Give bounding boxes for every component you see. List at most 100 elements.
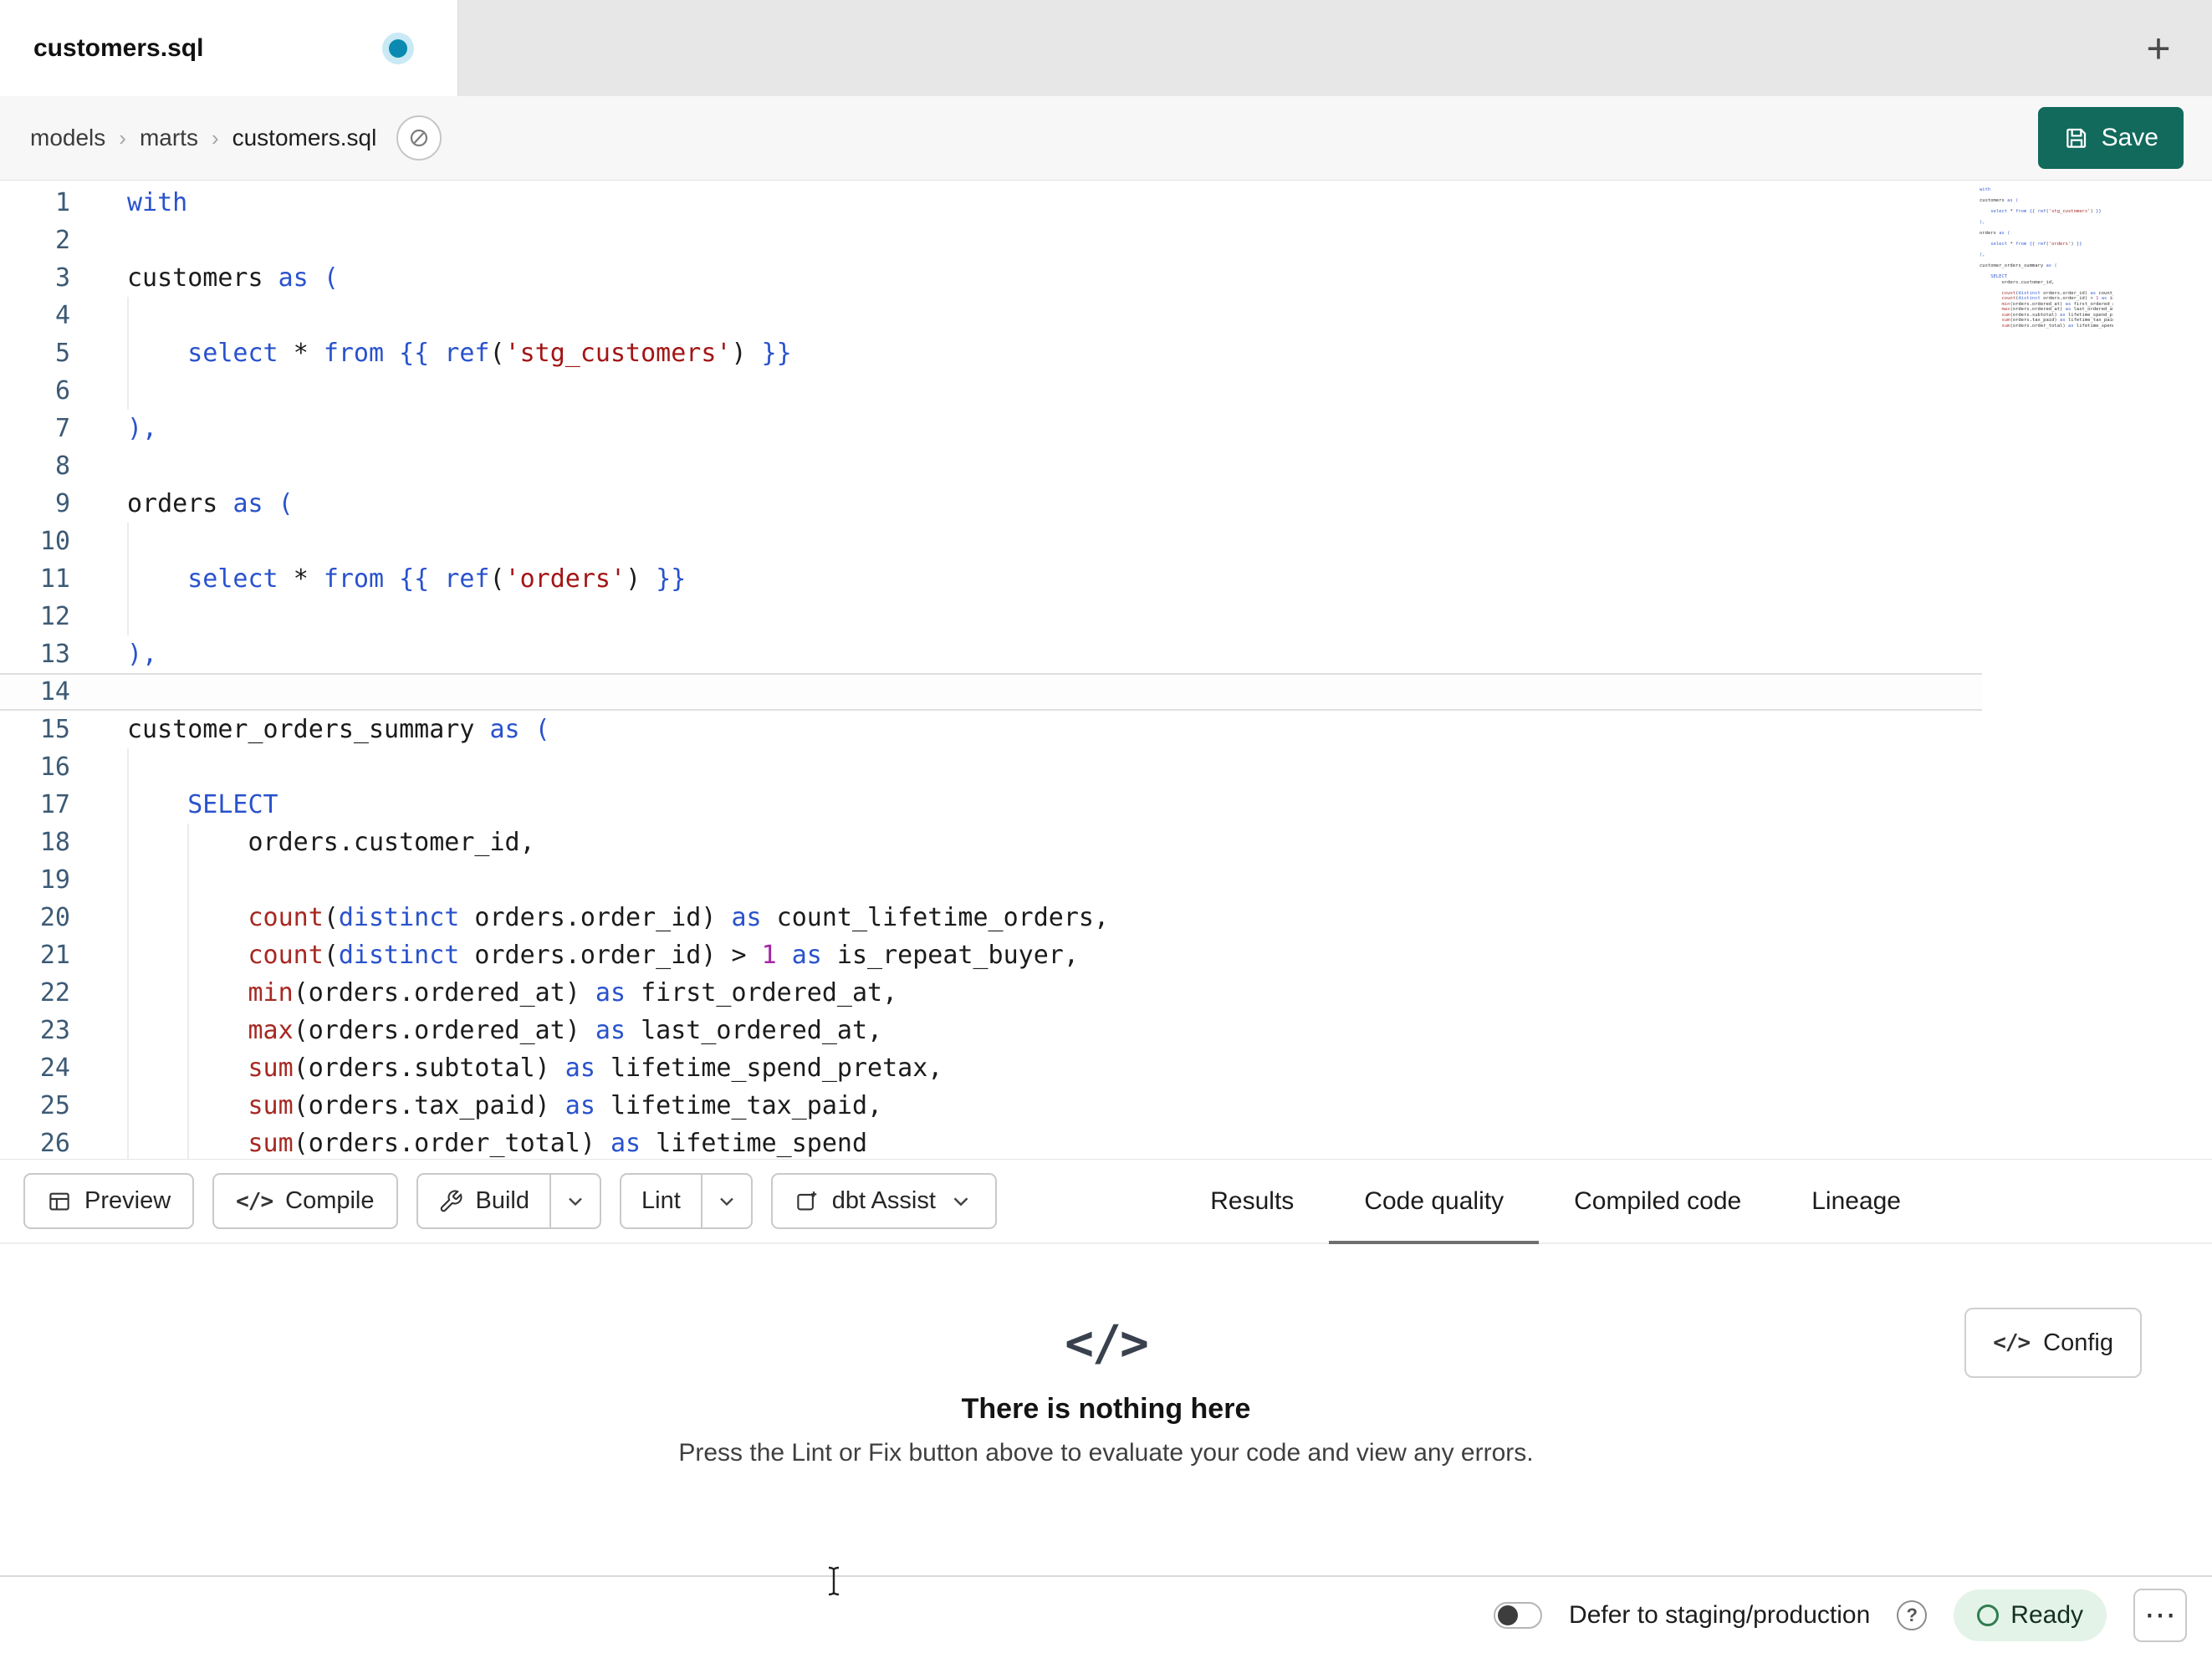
dbt-assist-label: dbt Assist <box>831 1187 936 1214</box>
code-line-13[interactable]: 13), <box>0 635 1982 673</box>
empty-state-title: There is nothing here <box>961 1393 1251 1425</box>
tab-label: customers.sql <box>33 33 204 62</box>
line-number: 23 <box>39 1016 70 1045</box>
line-number: 26 <box>39 1129 70 1158</box>
code-line-5[interactable]: 5 select * from {{ ref('stg_customers') … <box>0 334 1982 372</box>
toolbar-buttons: Preview </> Compile Build Lint dbt Assis… <box>0 1160 997 1242</box>
preview-label: Preview <box>84 1187 171 1214</box>
line-number: 15 <box>39 715 70 744</box>
breadcrumb-separator: › <box>119 125 126 151</box>
unsaved-indicator-dot <box>389 38 407 58</box>
panel-tab-code-quality[interactable]: Code quality <box>1329 1160 1539 1244</box>
minimap[interactable]: with customers as ( select * from {{ ref(… <box>1980 187 2113 329</box>
line-number: 2 <box>54 226 70 255</box>
breadcrumb-separator: › <box>211 125 219 151</box>
code-line-3[interactable]: 3 customers as ( <box>0 259 1982 297</box>
defer-toggle[interactable] <box>1494 1601 1543 1629</box>
code-line-2[interactable]: 2 <box>0 222 1982 259</box>
breadcrumb-item-marts[interactable]: marts <box>140 125 198 151</box>
line-number: 8 <box>54 452 70 481</box>
file-action-icon[interactable] <box>396 115 442 161</box>
dbt-assist-button[interactable]: dbt Assist <box>770 1173 997 1229</box>
code-line-15[interactable]: 15 customer_orders_summary as ( <box>0 711 1982 748</box>
code-editor[interactable]: 1 with 2 3 customers as ( 4 5 select * from {{… <box>0 181 2212 1160</box>
code-area[interactable]: 1 with 2 3 customers as ( 4 5 select * from {{… <box>0 181 2212 1159</box>
lint-split-button: Lint <box>620 1173 753 1229</box>
line-number: 20 <box>39 903 70 932</box>
line-number: 7 <box>54 414 70 443</box>
tab-bar: customers.sql + <box>0 0 2212 96</box>
status-bar: Defer to staging/production ? Ready ⋯ <box>0 1575 2212 1653</box>
code-line-21[interactable]: 21 count(distinct orders.order_id) > 1 a… <box>0 936 1982 974</box>
line-number: 3 <box>54 263 70 293</box>
code-line-1[interactable]: 1 with <box>0 184 1982 222</box>
line-number: 11 <box>39 564 70 594</box>
code-line-4[interactable]: 4 <box>0 297 1982 334</box>
code-line-16[interactable]: 16 <box>0 748 1982 786</box>
code-line-9[interactable]: 9 orders as ( <box>0 485 1982 523</box>
code-line-10[interactable]: 10 <box>0 523 1982 560</box>
line-number: 16 <box>39 753 70 782</box>
lint-button[interactable]: Lint <box>621 1175 701 1227</box>
chevron-down-icon <box>719 1197 733 1206</box>
build-button[interactable]: Build <box>418 1175 550 1227</box>
lint-label: Lint <box>641 1187 681 1214</box>
compile-button[interactable]: </> Compile <box>212 1173 398 1229</box>
code-line-18[interactable]: 18 orders.customer_id, <box>0 824 1982 861</box>
line-number: 5 <box>54 339 70 368</box>
dbt-assist-icon <box>797 1191 817 1210</box>
code-icon: </> <box>236 1188 273 1214</box>
line-number: 6 <box>54 376 70 406</box>
code-icon: </> <box>1993 1330 2031 1355</box>
table-icon <box>49 1192 69 1210</box>
code-line-25[interactable]: 25 sum(orders.tax_paid) as lifetime_tax_… <box>0 1087 1982 1125</box>
preview-button[interactable]: Preview <box>23 1173 195 1229</box>
line-number: 13 <box>39 640 70 669</box>
editor-tab-customers-sql[interactable]: customers.sql <box>0 0 458 96</box>
build-dropdown-toggle[interactable] <box>549 1175 600 1227</box>
ready-status-badge: Ready <box>1954 1589 2107 1641</box>
line-number: 1 <box>54 188 70 217</box>
ready-label: Ready <box>2010 1600 2083 1629</box>
editor-toolbar: Preview </> Compile Build Lint dbt Assis… <box>0 1160 2212 1244</box>
code-line-26[interactable]: 26 sum(orders.order_total) as lifetime_s… <box>0 1125 1982 1159</box>
line-number: 9 <box>54 489 70 518</box>
breadcrumb-item-customers-sql[interactable]: customers.sql <box>232 125 377 151</box>
line-number: 17 <box>39 790 70 819</box>
code-line-19[interactable]: 19 <box>0 861 1982 899</box>
panel-tab-results[interactable]: Results <box>1175 1160 1329 1242</box>
save-icon <box>2066 128 2086 148</box>
code-line-20[interactable]: 20 count(distinct orders.order_id) as co… <box>0 899 1982 936</box>
code-line-23[interactable]: 23 max(orders.ordered_at) as last_ordere… <box>0 1012 1982 1049</box>
defer-label: Defer to staging/production <box>1569 1600 1871 1629</box>
code-line-8[interactable]: 8 <box>0 447 1982 485</box>
empty-state: </> There is nothing here Press the Lint… <box>0 1244 2212 1467</box>
line-number: 10 <box>39 527 70 556</box>
new-tab-button[interactable]: + <box>2133 23 2184 74</box>
line-number: 25 <box>39 1091 70 1120</box>
results-panel: </> Config </> There is nothing here Pre… <box>0 1244 2212 1575</box>
ide-window: customers.sql + models › marts › customers.s… <box>0 0 2212 1653</box>
panel-tab-lineage[interactable]: Lineage <box>1776 1160 1936 1242</box>
save-button[interactable]: Save <box>2037 107 2184 169</box>
code-line-22[interactable]: 22 min(orders.ordered_at) as first_order… <box>0 974 1982 1012</box>
code-line-7[interactable]: 7), <box>0 410 1982 447</box>
code-line-12[interactable]: 12 <box>0 598 1982 635</box>
lint-dropdown-toggle[interactable] <box>700 1175 751 1227</box>
code-line-6[interactable]: 6 <box>0 372 1982 410</box>
breadcrumb-item-models[interactable]: models <box>30 125 105 151</box>
code-line-24[interactable]: 24 sum(orders.subtotal) as lifetime_spen… <box>0 1049 1982 1087</box>
code-line-17[interactable]: 17 SELECT <box>0 786 1982 824</box>
help-icon[interactable]: ? <box>1897 1599 1928 1630</box>
line-number: 19 <box>39 865 70 895</box>
code-brackets-icon: </> <box>1065 1314 1149 1371</box>
panel-tab-compiled-code[interactable]: Compiled code <box>1539 1160 1776 1242</box>
line-number: 4 <box>54 301 70 330</box>
more-options-button[interactable]: ⋯ <box>2133 1588 2187 1642</box>
line-number: 18 <box>39 828 70 857</box>
config-button[interactable]: </> Config <box>1964 1308 2142 1378</box>
code-line-11[interactable]: 11 select * from {{ ref('orders') }} <box>0 560 1982 598</box>
code-line-14[interactable]: 14 <box>0 673 1982 711</box>
config-label: Config <box>2043 1329 2113 1356</box>
build-split-button: Build <box>416 1173 601 1229</box>
